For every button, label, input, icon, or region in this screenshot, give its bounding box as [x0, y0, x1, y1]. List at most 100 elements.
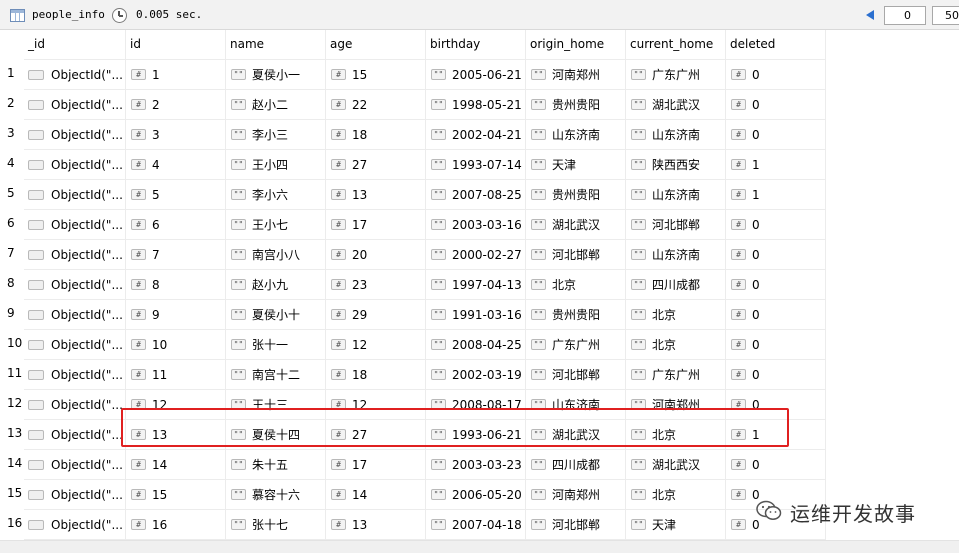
- cell-current-home[interactable]: "" 广东广州: [626, 360, 726, 390]
- cell-id[interactable]: #2: [126, 90, 226, 120]
- cell-origin-home[interactable]: "" 广东广州: [526, 330, 626, 360]
- table-row[interactable]: 11 ObjectId("... #11 "" 南宫十二 #18 "" 2002-03-19 "…: [0, 360, 959, 390]
- cell-_id[interactable]: ObjectId("...: [24, 150, 126, 180]
- table-row[interactable]: 1 ObjectId("... #1 "" 夏侯小一 #15 "" 2005-06-21 "" 河…: [0, 60, 959, 90]
- cell-birthday[interactable]: "" 2002-04-21: [426, 120, 526, 150]
- cell-birthday[interactable]: "" 1998-05-21: [426, 90, 526, 120]
- cell-origin-home[interactable]: "" 天津: [526, 150, 626, 180]
- cell-age[interactable]: #23: [326, 270, 426, 300]
- cell-origin-home[interactable]: "" 河北邯郸: [526, 360, 626, 390]
- cell-name[interactable]: "" 夏侯小十: [226, 300, 326, 330]
- cell-_id[interactable]: ObjectId("...: [24, 390, 126, 420]
- table-row[interactable]: 4 ObjectId("... #4 "" 王小四 #27 "" 1993-07-14 "" 天津…: [0, 150, 959, 180]
- cell-birthday[interactable]: "" 1991-03-16: [426, 300, 526, 330]
- cell-_id[interactable]: ObjectId("...: [24, 510, 126, 540]
- cell-deleted[interactable]: #0: [726, 300, 826, 330]
- cell-current-home[interactable]: "" 湖北武汉: [626, 90, 726, 120]
- cell-deleted[interactable]: #0: [726, 270, 826, 300]
- cell-age[interactable]: #18: [326, 120, 426, 150]
- cell-name[interactable]: "" 夏侯十四: [226, 420, 326, 450]
- cell-id[interactable]: #14: [126, 450, 226, 480]
- cell-id[interactable]: #9: [126, 300, 226, 330]
- cell-deleted[interactable]: #0: [726, 330, 826, 360]
- cell-name[interactable]: "" 王小七: [226, 210, 326, 240]
- cell-deleted[interactable]: #1: [726, 180, 826, 210]
- cell-id[interactable]: #16: [126, 510, 226, 540]
- cell-deleted[interactable]: #1: [726, 150, 826, 180]
- cell-name[interactable]: "" 李小六: [226, 180, 326, 210]
- limit-input[interactable]: 50: [932, 6, 959, 25]
- table-row[interactable]: 7 ObjectId("... #7 "" 南宫小八 #20 "" 2000-02-27 "" 河…: [0, 240, 959, 270]
- cell-age[interactable]: #14: [326, 480, 426, 510]
- cell-id[interactable]: #5: [126, 180, 226, 210]
- cell-id[interactable]: #4: [126, 150, 226, 180]
- cell-birthday[interactable]: "" 2005-06-21: [426, 60, 526, 90]
- horizontal-scrollbar[interactable]: [0, 540, 959, 553]
- cell-current-home[interactable]: "" 山东济南: [626, 180, 726, 210]
- cell-deleted[interactable]: #0: [726, 210, 826, 240]
- cell-age[interactable]: #27: [326, 420, 426, 450]
- cell-origin-home[interactable]: "" 河南郑州: [526, 60, 626, 90]
- cell-id[interactable]: #13: [126, 420, 226, 450]
- table-row[interactable]: 2 ObjectId("... #2 "" 赵小二 #22 "" 1998-05-21 "" 贵州…: [0, 90, 959, 120]
- cell-name[interactable]: "" 王小四: [226, 150, 326, 180]
- cell-deleted[interactable]: #0: [726, 450, 826, 480]
- cell-id[interactable]: #15: [126, 480, 226, 510]
- cell-age[interactable]: #27: [326, 150, 426, 180]
- table-row[interactable]: 8 ObjectId("... #8 "" 赵小九 #23 "" 1997-04-13 "" 北京…: [0, 270, 959, 300]
- column-header-name[interactable]: name: [226, 30, 326, 60]
- table-row[interactable]: 14 ObjectId("... #14 "" 朱十五 #17 "" 2003-03-23 ""…: [0, 450, 959, 480]
- cell-deleted[interactable]: #0: [726, 240, 826, 270]
- cell-id[interactable]: #3: [126, 120, 226, 150]
- cell-name[interactable]: "" 南宫十二: [226, 360, 326, 390]
- cell-origin-home[interactable]: "" 贵州贵阳: [526, 180, 626, 210]
- cell-origin-home[interactable]: "" 河北邯郸: [526, 240, 626, 270]
- cell-birthday[interactable]: "" 2008-08-17: [426, 390, 526, 420]
- cell-deleted[interactable]: #1: [726, 420, 826, 450]
- cell-name[interactable]: "" 张十一: [226, 330, 326, 360]
- column-header-current-home[interactable]: current_home: [626, 30, 726, 60]
- cell-_id[interactable]: ObjectId("...: [24, 360, 126, 390]
- cell-origin-home[interactable]: "" 山东济南: [526, 390, 626, 420]
- cell-current-home[interactable]: "" 山东济南: [626, 120, 726, 150]
- cell-current-home[interactable]: "" 天津: [626, 510, 726, 540]
- cell-origin-home[interactable]: "" 贵州贵阳: [526, 300, 626, 330]
- cell-birthday[interactable]: "" 1993-06-21: [426, 420, 526, 450]
- cell-age[interactable]: #12: [326, 390, 426, 420]
- table-row[interactable]: 6 ObjectId("... #6 "" 王小七 #17 "" 2003-03-16 "" 湖北…: [0, 210, 959, 240]
- cell-current-home[interactable]: "" 山东济南: [626, 240, 726, 270]
- column-header-origin-home[interactable]: origin_home: [526, 30, 626, 60]
- cell-current-home[interactable]: "" 广东广州: [626, 60, 726, 90]
- table-view-icon[interactable]: [10, 9, 25, 22]
- cell-_id[interactable]: ObjectId("...: [24, 420, 126, 450]
- cell-age[interactable]: #17: [326, 210, 426, 240]
- cell-origin-home[interactable]: "" 四川成都: [526, 450, 626, 480]
- cell-_id[interactable]: ObjectId("...: [24, 240, 126, 270]
- cell-name[interactable]: "" 夏侯小一: [226, 60, 326, 90]
- cell-_id[interactable]: ObjectId("...: [24, 120, 126, 150]
- cell-birthday[interactable]: "" 1997-04-13: [426, 270, 526, 300]
- table-row[interactable]: 5 ObjectId("... #5 "" 李小六 #13 "" 2007-08-25 "" 贵州…: [0, 180, 959, 210]
- previous-page-arrow-icon[interactable]: [866, 10, 874, 20]
- cell-_id[interactable]: ObjectId("...: [24, 90, 126, 120]
- table-row[interactable]: 3 ObjectId("... #3 "" 李小三 #18 "" 2002-04-21 "" 山东…: [0, 120, 959, 150]
- cell-_id[interactable]: ObjectId("...: [24, 60, 126, 90]
- cell-name[interactable]: "" 南宫小八: [226, 240, 326, 270]
- table-row[interactable]: 10 ObjectId("... #10 "" 张十一 #12 "" 2008-04-25 ""…: [0, 330, 959, 360]
- column-header-id[interactable]: id: [126, 30, 226, 60]
- column-header-birthday[interactable]: birthday: [426, 30, 526, 60]
- cell-current-home[interactable]: "" 北京: [626, 480, 726, 510]
- cell-age[interactable]: #12: [326, 330, 426, 360]
- column-header-_id[interactable]: _id: [24, 30, 126, 60]
- cell-birthday[interactable]: "" 2008-04-25: [426, 330, 526, 360]
- cell-origin-home[interactable]: "" 贵州贵阳: [526, 90, 626, 120]
- cell-age[interactable]: #13: [326, 510, 426, 540]
- cell-_id[interactable]: ObjectId("...: [24, 300, 126, 330]
- cell-_id[interactable]: ObjectId("...: [24, 180, 126, 210]
- cell-current-home[interactable]: "" 陕西西安: [626, 150, 726, 180]
- cell-deleted[interactable]: #0: [726, 120, 826, 150]
- cell-id[interactable]: #7: [126, 240, 226, 270]
- cell-birthday[interactable]: "" 2000-02-27: [426, 240, 526, 270]
- cell-age[interactable]: #29: [326, 300, 426, 330]
- cell-_id[interactable]: ObjectId("...: [24, 210, 126, 240]
